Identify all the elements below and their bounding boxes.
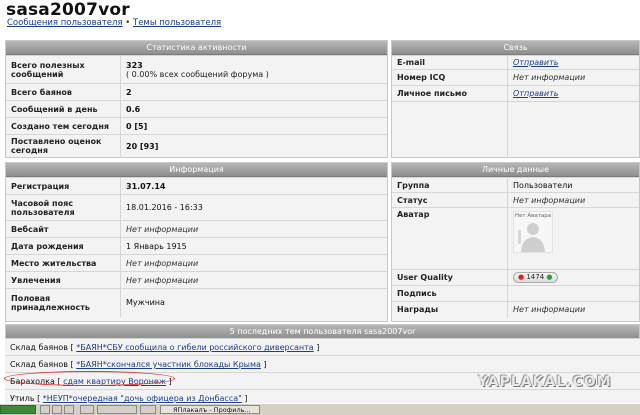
table-row: Статус Нет информации: [392, 192, 639, 208]
taskbar-item-explorer[interactable]: [80, 405, 94, 414]
user-quality-badge: ● 1474 ●: [513, 272, 558, 283]
info-panel-header: Информация: [6, 163, 387, 177]
topics-panel-header: 5 последних тем пользователя sasa2007vor: [6, 325, 639, 339]
contact-panel-header: Связь: [392, 41, 639, 55]
topics-panel: 5 последних тем пользователя sasa2007vor: [5, 324, 640, 339]
table-row: Поставлено оценок сегодня 20 [93]: [6, 134, 387, 158]
user-posts-link[interactable]: Сообщения пользователя: [7, 18, 123, 28]
table-row: Всего полезных сообщений 323( 0.00% всех…: [6, 55, 387, 84]
table-row: Часовой пояс пользователя 18.01.2016 - 1…: [6, 194, 387, 221]
email-send-link[interactable]: Отправить: [513, 58, 558, 67]
taskbar-item-app[interactable]: [140, 405, 156, 414]
table-row: Номер ICQ Нет информации: [392, 69, 639, 86]
list-item: Склад баянов [ *БАЯН*СБУ сообщила о гибе…: [5, 338, 640, 356]
personal-panel: Личные данные Группа Пользователи Статус…: [391, 162, 640, 322]
start-button[interactable]: [0, 405, 36, 414]
table-row: Половая принадлежность Мужчина: [6, 288, 387, 317]
table-row: Подпись: [392, 285, 639, 302]
table-row: Вебсайт Нет информации: [6, 220, 387, 238]
topic-link[interactable]: *НЕУП*очередная "дочь офицера из Донбасс…: [43, 394, 242, 403]
personal-panel-header: Личные данные: [392, 163, 639, 177]
table-row: Регистрация 31.07.14: [6, 177, 387, 195]
topic-link[interactable]: *БАЯН*СБУ сообщила о гибели российского …: [76, 343, 313, 352]
watermark: YAPLAKAL.COM: [478, 374, 612, 390]
stats-panel-header: Статистика активности: [6, 41, 387, 55]
table-row: Личное письмо Отправить: [392, 85, 639, 102]
quicklaunch-icon[interactable]: [64, 405, 74, 414]
table-row: Группа Пользователи: [392, 177, 639, 193]
user-topics-link[interactable]: Темы пользователя: [133, 18, 221, 28]
avatar: Нет Аватара: [513, 211, 553, 253]
highlight-oval: [4, 371, 175, 386]
table-row: User Quality ● 1474 ●: [392, 269, 639, 286]
quicklaunch-icon[interactable]: [52, 405, 62, 414]
info-panel: Информация Регистрация 31.07.14 Часовой …: [5, 162, 388, 322]
contact-panel: Связь E-mail Отправить Номер ICQ Нет инф…: [391, 40, 640, 158]
pm-send-link[interactable]: Отправить: [513, 89, 558, 98]
table-row: Сообщений в день 0.6: [6, 100, 387, 118]
table-row: Создано тем сегодня 0 [5]: [6, 117, 387, 135]
table-row: Дата рождения 1 Январь 1915: [6, 237, 387, 255]
taskbar: ЯПлакалъ - Профиль...: [0, 403, 640, 415]
plus-icon[interactable]: ●: [546, 273, 552, 281]
topic-link[interactable]: *БАЯН*скончался участник блокады Крыма: [76, 360, 261, 369]
stats-panel: Статистика активности Всего полезных соо…: [5, 40, 388, 158]
table-row: Увлечения Нет информации: [6, 271, 387, 289]
table-row: Всего баянов 2: [6, 83, 387, 101]
quicklaunch-icon[interactable]: [40, 405, 50, 414]
table-row: Награды Нет информации: [392, 301, 639, 318]
table-row: Аватар Нет Аватара: [392, 207, 639, 270]
taskbar-item-folder[interactable]: [97, 405, 137, 414]
table-row: E-mail Отправить: [392, 55, 639, 70]
breadcrumb: Сообщения пользователя • Темы пользовате…: [7, 18, 222, 28]
minus-icon[interactable]: ●: [518, 273, 524, 281]
no-avatar-silhouette-icon: [518, 223, 545, 252]
taskbar-item-browser[interactable]: ЯПлакалъ - Профиль...: [160, 405, 260, 414]
page-title: sasa2007vor: [6, 0, 130, 20]
table-row: Место жительства Нет информации: [6, 254, 387, 272]
